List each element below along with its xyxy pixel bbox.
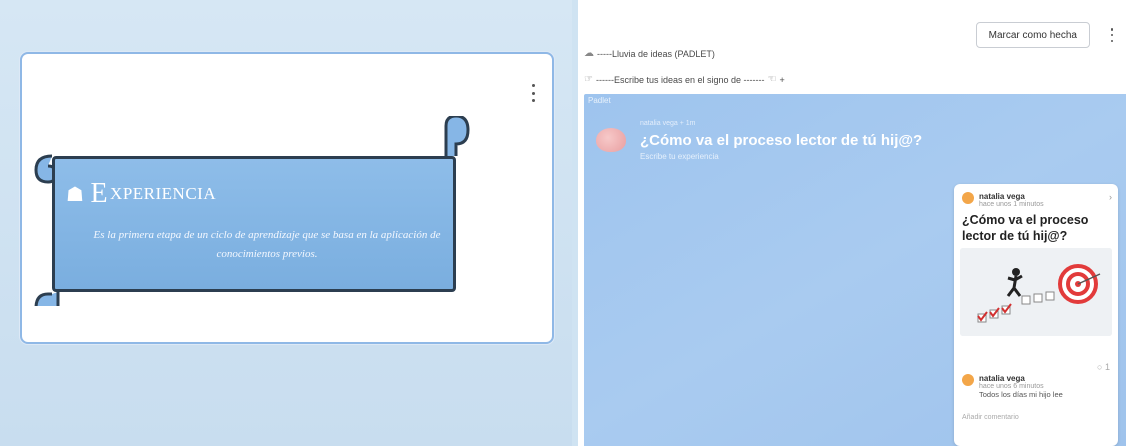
add-comment-input[interactable]: Añadir comentario <box>962 414 1019 421</box>
post-author-row: natalia vega hace unos 1 minutos <box>962 192 1044 208</box>
activity-line-instructions: ☞ ------Escribe tus ideas en el signo de… <box>584 74 785 85</box>
mark-as-done-button[interactable]: Marcar como hecha <box>975 22 1090 48</box>
goal-illustration <box>960 248 1112 336</box>
scroll-banner-graphic: ☗ E XPERIENCIA Es la primera etapa de un… <box>28 116 478 306</box>
brain-icon: ☁ <box>584 48 594 59</box>
title-rest: XPERIENCIA <box>110 184 217 203</box>
comment-time: hace unos 6 minutos <box>979 383 1044 390</box>
avatar <box>962 374 974 386</box>
comment-text: Todos los días mi hijo lee <box>979 390 1063 399</box>
slide-title: ☗ E XPERIENCIA <box>66 178 216 210</box>
plus-sign: + <box>779 74 785 85</box>
comment-count-value: 1 <box>1104 362 1110 372</box>
head-silhouette-icon: ☗ <box>66 183 85 206</box>
post-image[interactable] <box>960 248 1112 336</box>
padlet-subtitle: Escribe tu experiencia <box>640 152 719 161</box>
post-title: ¿Cómo va el proceso lector de tú hij@? <box>962 213 1089 243</box>
chevron-right-icon[interactable]: › <box>1109 192 1112 202</box>
more-options-icon[interactable] <box>1108 28 1116 42</box>
pointing-hand-icon: ☞ <box>584 74 593 85</box>
activity-line-text: ------Escribe tus ideas en el signo de -… <box>595 74 765 85</box>
padlet-title: ¿Cómo va el proceso lector de tú hij@? <box>640 132 923 149</box>
title-initial: E <box>90 178 109 209</box>
padlet-embed[interactable]: Padlet natalia vega + 1m ¿Cómo va el pro… <box>584 94 1126 446</box>
slide-card: ☗ E XPERIENCIA Es la primera etapa de un… <box>20 52 554 344</box>
right-panel: Marcar como hecha ☁ -----Lluvia de ideas… <box>578 0 1132 446</box>
avatar <box>962 192 974 204</box>
comment-icon: ○ <box>1097 362 1103 372</box>
post-time: hace unos 1 minutos <box>979 201 1044 208</box>
post-card[interactable]: natalia vega hace unos 1 minutos › ¿Cómo… <box>954 184 1118 446</box>
more-options-icon[interactable] <box>528 84 538 102</box>
brain-icon <box>596 128 626 152</box>
scroll-banner <box>52 156 456 292</box>
comment: natalia vega hace unos 6 minutos Todos l… <box>962 374 1063 399</box>
comment-author: natalia vega <box>979 374 1025 383</box>
pointing-hand-icon: ☜ <box>767 74 777 85</box>
post-author: natalia vega <box>979 192 1025 201</box>
left-panel: ☗ E XPERIENCIA Es la primera etapa de un… <box>0 0 572 446</box>
activity-line-brainstorm: ☁ -----Lluvia de ideas (PADLET) <box>584 48 715 59</box>
comment-count: ○ 1 <box>1097 362 1110 372</box>
padlet-tag: Padlet <box>588 96 611 105</box>
activity-line-text: -----Lluvia de ideas (PADLET) <box>597 48 715 59</box>
padlet-meta: natalia vega + 1m <box>640 120 696 127</box>
slide-description: Es la primera etapa de un ciclo de apren… <box>93 229 441 260</box>
